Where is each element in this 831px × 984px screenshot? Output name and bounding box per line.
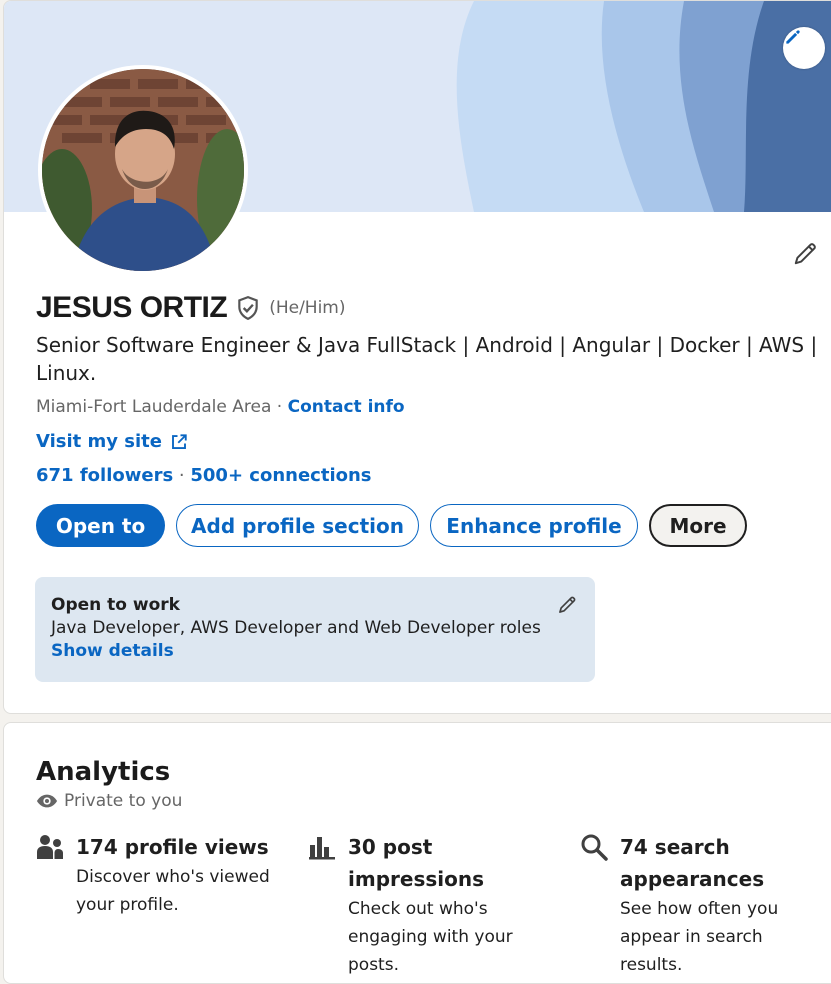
analytics-description: See how often you appear in search resul… [620,899,779,975]
shield-check-icon[interactable] [235,295,261,321]
privacy-label: Private to you [64,791,183,811]
network-row: 671 followers · 500+ connections [36,465,372,486]
analytics-title: Analytics [36,757,171,787]
profile-headline: Senior Software Engineer & Java FullStac… [36,333,818,385]
separator: · [276,397,283,417]
search-appearances-item[interactable]: 74 search appearances See how often you … [580,831,820,979]
separator: · [178,465,185,486]
post-impressions-item[interactable]: 30 post impressions Check out who's enga… [308,831,548,979]
open-to-button[interactable]: Open to [36,504,165,547]
analytics-description: Discover who's viewed your profile. [76,867,270,915]
connections-link[interactable]: 500+ connections [190,465,371,486]
bar-chart-icon [308,833,336,861]
edit-banner-button[interactable] [783,27,825,69]
location-row: Miami-Fort Lauderdale Area · Contact inf… [36,397,405,417]
add-profile-section-button[interactable]: Add profile section [176,504,419,547]
eye-icon [36,793,58,809]
open-to-work-card: Open to work Java Developer, AWS Develop… [35,577,595,682]
analytics-headline: 74 search appearances [620,835,765,891]
show-details-link[interactable]: Show details [51,641,579,661]
people-icon [36,833,64,861]
profile-name: JESUS ORTIZ [36,291,228,324]
external-link-icon [170,433,188,451]
open-to-work-title: Open to work [51,595,180,615]
profile-actions: Open to Add profile section Enhance prof… [36,504,747,547]
analytics-headline: 30 post impressions [348,835,484,891]
followers-link[interactable]: 671 followers [36,465,173,486]
edit-intro-button[interactable] [788,237,822,271]
pencil-icon [559,596,576,613]
analytics-headline: 174 profile views [76,835,269,859]
edit-open-to-work-button[interactable] [555,593,579,617]
location: Miami-Fort Lauderdale Area [36,397,272,417]
pronouns: (He/Him) [269,298,346,318]
profile-photo[interactable] [38,65,248,275]
profile-card: JESUS ORTIZ (He/Him) Senior Software Eng… [3,0,831,714]
search-icon [580,833,608,861]
profile-views-item[interactable]: 174 profile views Discover who's viewed … [36,831,276,919]
enhance-profile-button[interactable]: Enhance profile [430,504,638,547]
pencil-icon [786,30,800,44]
privacy-note: Private to you [36,791,182,811]
website-row[interactable]: Visit my site [36,431,188,452]
name-row: JESUS ORTIZ (He/Him) [36,291,346,325]
website-link[interactable]: Visit my site [36,431,162,452]
more-button[interactable]: More [649,504,747,547]
analytics-description: Check out who's engaging with your posts… [348,899,513,975]
open-to-work-roles: Java Developer, AWS Developer and Web De… [51,618,541,638]
analytics-card: Analytics Private to you 174 profile vie… [3,722,831,984]
pencil-icon [794,243,816,265]
contact-info-link[interactable]: Contact info [288,397,405,417]
